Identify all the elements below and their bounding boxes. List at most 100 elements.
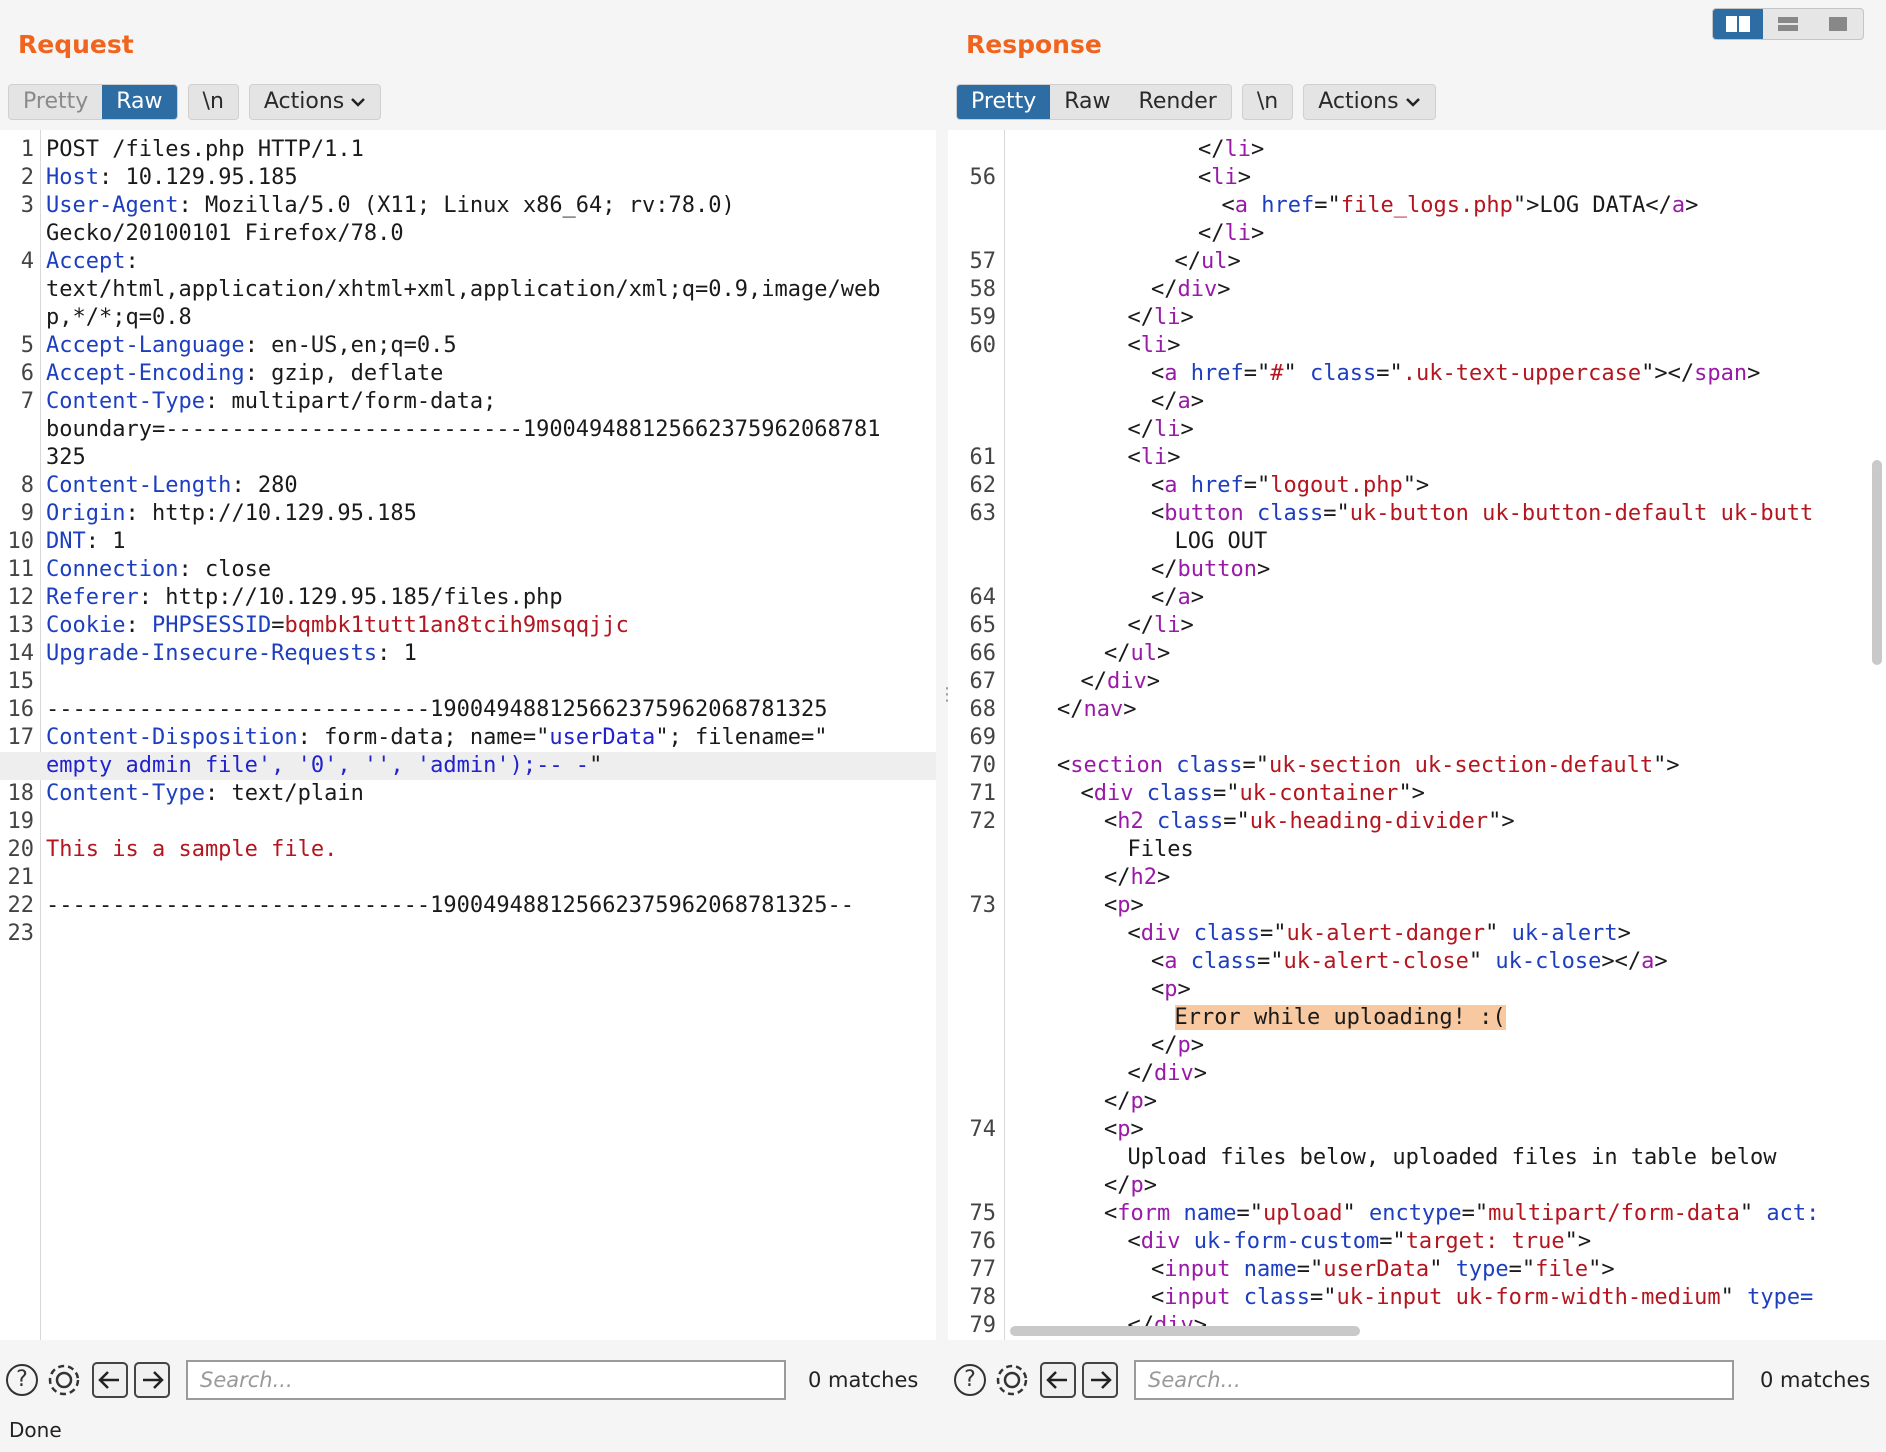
code-line: 61 <li> (948, 444, 1886, 472)
line-text: LOG OUT (1175, 528, 1268, 556)
code-line: 60 <li> (948, 332, 1886, 360)
code-token: > (1146, 669, 1160, 694)
code-token: Upgrade-Insecure-Requests (46, 641, 378, 666)
code-line: <p> (948, 976, 1886, 1004)
response-actions-group: Actions (1303, 84, 1436, 120)
code-token: " (589, 753, 603, 778)
line-text: Content-Type: multipart/form-data; (46, 388, 496, 416)
line-text: <button class="uk-button uk-button-defau… (1151, 500, 1813, 528)
search-input[interactable] (1134, 1360, 1734, 1400)
line-text: Accept: (46, 248, 139, 276)
code-token: > (1143, 1173, 1157, 1198)
code-token: Error while uploading! :( (1174, 1005, 1506, 1030)
code-line: 9 Origin: http://10.129.95.185 (0, 500, 936, 528)
code-token: > (1130, 1117, 1144, 1142)
code-line: </li> (948, 136, 1886, 164)
code-line: 19 (0, 808, 936, 836)
request-editor[interactable]: 1 POST /files.php HTTP/1.1 2 Host: 10.129.9… (0, 130, 936, 1340)
chevron-down-icon (350, 85, 366, 119)
vertical-scrollbar[interactable] (1872, 460, 1882, 665)
help-icon[interactable]: ? (952, 1361, 988, 1399)
code-token: < (1151, 473, 1165, 498)
code-token: Files (1127, 837, 1194, 862)
arrow-right-icon[interactable] (134, 1361, 170, 1399)
response-title: Response (966, 30, 1102, 59)
request-tabbar: Pretty Raw \n Actions (8, 84, 391, 120)
code-token: </ (1174, 249, 1202, 274)
layout-split-icon[interactable] (1713, 9, 1763, 39)
code-token: This is a sample file. (46, 837, 338, 862)
code-line: 70 <section class="uk-section uk-section-… (948, 752, 1886, 780)
code-token: > (1251, 137, 1265, 162)
code-token: : form-data; name=" (297, 725, 550, 750)
line-number: 77 (969, 1257, 997, 1282)
line-text: </ul> (1175, 248, 1241, 276)
line-text: Content-Type: text/plain (46, 780, 364, 808)
line-text: <div uk-form-custom="target: true"> (1128, 1228, 1592, 1256)
code-token: button (1177, 557, 1257, 582)
code-token: </ (1104, 1173, 1131, 1198)
help-icon[interactable]: ? (4, 1361, 40, 1399)
pane-resize-handle[interactable]: ⋮ (938, 686, 956, 720)
tab-raw[interactable]: Raw (1050, 85, 1124, 119)
settings-gear-icon[interactable] (994, 1361, 1030, 1399)
settings-gear-icon[interactable] (46, 1361, 82, 1399)
code-token: </ (1151, 585, 1178, 610)
status-text: Done (9, 1418, 62, 1442)
request-code: 1 POST /files.php HTTP/1.1 2 Host: 10.129.9… (0, 136, 936, 948)
line-text: Cookie: PHPSESSID=bqmbk1tutt1an8tcih9msq… (46, 612, 629, 640)
code-token: class (1146, 781, 1213, 806)
code-token: a (1641, 949, 1655, 974)
code-line: 13 Cookie: PHPSESSID=bqmbk1tutt1an8tcih9m… (0, 612, 936, 640)
code-token: < (1057, 753, 1071, 778)
code-line: 58 </div> (948, 276, 1886, 304)
code-token: div (1140, 921, 1181, 946)
code-line: </li> (948, 220, 1886, 248)
layout-rows-icon[interactable] (1763, 9, 1813, 39)
code-line: </p> (948, 1088, 1886, 1116)
arrow-left-icon[interactable] (92, 1361, 128, 1399)
line-number: 13 (7, 613, 35, 638)
line-text: DNT: 1 (46, 528, 126, 556)
code-token: href (1190, 473, 1244, 498)
code-line: 5 Accept-Language: en-US,en;q=0.5 (0, 332, 936, 360)
code-line: <a class="uk-alert-close" uk-close></a> (948, 948, 1886, 976)
code-token: nav (1083, 697, 1124, 722)
newline-toggle-button[interactable]: \n (189, 85, 238, 119)
code-line: 76 <div uk-form-custom="target: true"> (948, 1228, 1886, 1256)
code-token: empty admin file', '0', '', 'admin');-- … (46, 753, 590, 778)
actions-dropdown[interactable]: Actions (1304, 85, 1434, 119)
code-token: uk-form-custom (1193, 1229, 1380, 1254)
code-token: file (1535, 1257, 1589, 1282)
horizontal-scrollbar[interactable] (1010, 1326, 1360, 1336)
response-editor[interactable]: </li> 56 <li> <a href="file_logs.php">LOG D… (948, 130, 1886, 1340)
line-number: 79 (969, 1313, 997, 1338)
code-token: > (1180, 417, 1194, 442)
line-text: <h2 class="uk-heading-divider"> (1104, 808, 1515, 836)
match-count: 0 matches (808, 1368, 919, 1392)
arrow-right-icon[interactable] (1082, 1361, 1118, 1399)
code-token: > (1143, 1089, 1157, 1114)
actions-dropdown[interactable]: Actions (250, 85, 380, 119)
code-line: 62 <a href="logout.php"> (948, 472, 1886, 500)
code-token: </ (1127, 613, 1155, 638)
tab-pretty[interactable]: Pretty (957, 85, 1051, 119)
tab-raw[interactable]: Raw (102, 85, 177, 119)
code-line: Upload files below, uploaded files in ta… (948, 1144, 1886, 1172)
search-input[interactable] (186, 1360, 786, 1400)
layout-single-icon[interactable] (1813, 9, 1863, 39)
code-token: Cookie (46, 613, 126, 638)
newline-toggle-button[interactable]: \n (1243, 85, 1292, 119)
tab-render[interactable]: Render (1125, 85, 1231, 119)
code-token: p (1130, 1173, 1144, 1198)
arrow-left-icon[interactable] (1040, 1361, 1076, 1399)
tab-pretty[interactable]: Pretty (9, 85, 102, 119)
line-text: </button> (1151, 556, 1270, 584)
line-number: 4 (20, 249, 34, 274)
line-text: -----------------------------19004948812… (46, 892, 854, 920)
code-token: : (125, 613, 152, 638)
